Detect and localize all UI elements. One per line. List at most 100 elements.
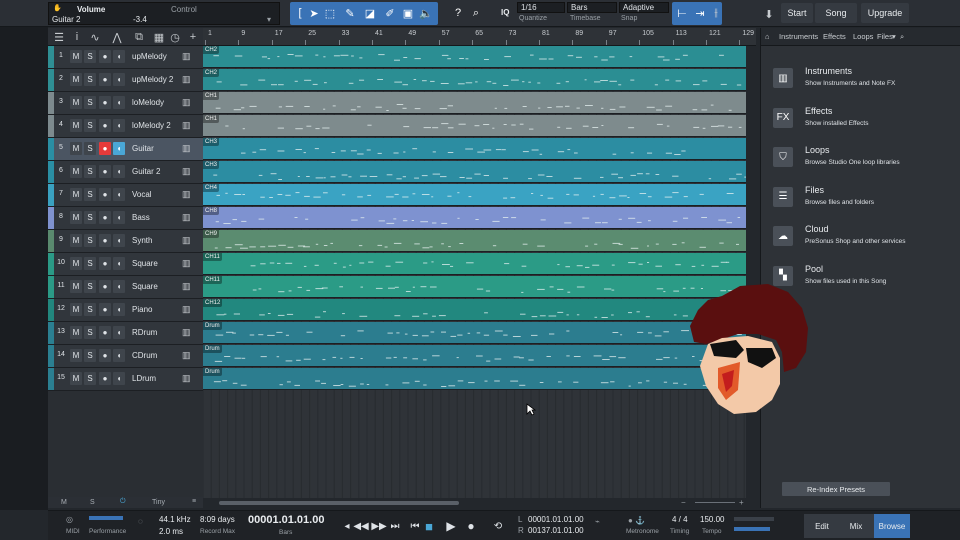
upgrade-button[interactable]: Upgrade: [861, 3, 909, 23]
monitor-icon[interactable]: ◖: [113, 234, 125, 247]
track-header[interactable]: 2 M S ● ◖ upMelody 2 ▥: [48, 69, 203, 92]
solo-button[interactable]: S: [84, 349, 96, 362]
instrument-keyboard-icon[interactable]: ▥: [182, 304, 191, 315]
timeline-ruler[interactable]: 1 9 17 25 33 41 49 57 65 73 81 89 97 105 113 121 129: [203, 28, 756, 46]
instrument-keyboard-icon[interactable]: ▥: [182, 74, 191, 85]
mute-button[interactable]: M: [70, 50, 82, 63]
folder-icon[interactable]: ▦: [152, 30, 166, 44]
record-arm-icon[interactable]: ●: [99, 165, 111, 178]
tempo-value[interactable]: 150.00: [700, 515, 724, 524]
instrument-keyboard-icon[interactable]: ▥: [182, 51, 191, 62]
monitor-icon[interactable]: ◖: [113, 303, 125, 316]
solo-button[interactable]: S: [84, 188, 96, 201]
record-icon[interactable]: ●: [464, 519, 478, 533]
loop-end[interactable]: 00137.01.01.00: [528, 526, 584, 535]
skip-back-icon[interactable]: ⏮: [408, 519, 422, 533]
precount-icon[interactable]: ⌁: [595, 517, 600, 526]
browser-item-cloud[interactable]: ☁ Cloud PreSonus Shop and other services: [771, 222, 956, 258]
record-arm-icon[interactable]: ●: [99, 257, 111, 270]
fast-forward-icon[interactable]: ▶▶: [371, 519, 386, 533]
track-lane[interactable]: CH3: [203, 161, 746, 183]
instrument-keyboard-icon[interactable]: ▥: [182, 97, 191, 108]
solo-button[interactable]: S: [84, 165, 96, 178]
track-name[interactable]: Synth: [132, 236, 152, 245]
monitor-icon[interactable]: ◖: [113, 50, 125, 63]
paint-tool-icon[interactable]: ✐: [382, 5, 398, 21]
cursor-follow-icon[interactable]: ⫲: [708, 5, 724, 21]
track-name[interactable]: LDrum: [132, 374, 156, 383]
monitor-icon[interactable]: ◖: [113, 73, 125, 86]
zoom-search-icon[interactable]: ⌕: [468, 5, 484, 21]
instrument-keyboard-icon[interactable]: ▥: [182, 235, 191, 246]
reindex-presets-button[interactable]: Re-Index Presets: [782, 482, 890, 496]
horizontal-scrollbar[interactable]: − +: [203, 498, 756, 508]
mute-button[interactable]: M: [70, 372, 82, 385]
solo-button[interactable]: S: [84, 280, 96, 293]
track-header[interactable]: 12 M S ● ◖ Piano ▥: [48, 299, 203, 322]
mute-button[interactable]: M: [70, 234, 82, 247]
instrument-keyboard-icon[interactable]: ▥: [182, 258, 191, 269]
clock-icon[interactable]: ◷: [168, 30, 182, 44]
monitor-icon[interactable]: ◖: [113, 211, 125, 224]
help-icon[interactable]: ?: [450, 5, 466, 21]
zoom-slider[interactable]: [695, 502, 735, 503]
solo-button[interactable]: S: [84, 372, 96, 385]
group-icon[interactable]: ⧉: [132, 30, 146, 44]
record-arm-icon[interactable]: ●: [99, 326, 111, 339]
track-height-select[interactable]: Tiny: [152, 499, 165, 506]
record-arm-icon[interactable]: ●: [99, 119, 111, 132]
monitor-icon[interactable]: ◖: [113, 142, 125, 155]
eraser-tool-icon[interactable]: ◪: [362, 5, 378, 21]
browser-item-effects[interactable]: FX Effects Show installed Effects: [771, 104, 956, 140]
iq-button[interactable]: IQ: [501, 8, 509, 17]
track-name[interactable]: upMelody 2: [132, 75, 173, 84]
global-mute[interactable]: M: [61, 499, 67, 506]
track-header[interactable]: 14 M S ● ◖ CDrum ▥: [48, 345, 203, 368]
record-arm-icon[interactable]: ●: [99, 142, 111, 155]
arrange-view[interactable]: CH2 CH2 CH1 CH1 CH3 CH3 CH4 CH8 CH9 CH11…: [203, 46, 756, 498]
solo-button[interactable]: S: [84, 96, 96, 109]
loop-icon[interactable]: ⟲: [488, 519, 508, 533]
scroll-thumb[interactable]: [219, 501, 459, 505]
solo-button[interactable]: S: [84, 211, 96, 224]
quantize-select[interactable]: 1/16: [517, 2, 565, 13]
track-lane[interactable]: CH4: [203, 184, 746, 206]
record-arm-icon[interactable]: ●: [99, 211, 111, 224]
song-button[interactable]: Song: [815, 3, 857, 23]
zoom-in-icon[interactable]: +: [739, 498, 744, 507]
browser-item-instruments[interactable]: ▥ Instruments Show Instruments and Note …: [771, 64, 956, 100]
timebase-select[interactable]: Bars: [567, 2, 617, 13]
monitor-icon[interactable]: ◖: [113, 96, 125, 109]
mute-button[interactable]: M: [70, 165, 82, 178]
zoom-out-icon[interactable]: −: [681, 498, 686, 507]
track-header[interactable]: 5 M S ● ◖ Guitar ▥: [48, 138, 203, 161]
track-lane[interactable]: CH11: [203, 253, 746, 275]
stop-icon[interactable]: ■: [422, 519, 436, 534]
track-lane[interactable]: CH3: [203, 138, 746, 160]
track-header[interactable]: 4 M S ● ◖ loMelody 2 ▥: [48, 115, 203, 138]
rewind-icon[interactable]: ◀◀: [353, 519, 368, 533]
track-name[interactable]: Square: [132, 282, 158, 291]
track-lane[interactable]: Drum: [203, 345, 746, 367]
mute-button[interactable]: M: [70, 188, 82, 201]
track-lane[interactable]: CH2: [203, 69, 746, 91]
track-lane[interactable]: Drum: [203, 322, 746, 344]
mute-button[interactable]: M: [70, 119, 82, 132]
add-track-icon[interactable]: +: [186, 30, 200, 44]
track-name[interactable]: Guitar: [132, 144, 154, 153]
monitor-icon[interactable]: ◖: [113, 165, 125, 178]
track-lane[interactable]: CH12: [203, 299, 746, 321]
play-icon[interactable]: ▶: [444, 519, 458, 533]
track-name[interactable]: Square: [132, 259, 158, 268]
solo-button[interactable]: S: [84, 326, 96, 339]
instrument-keyboard-icon[interactable]: ▥: [182, 120, 191, 131]
power-icon[interactable]: ⏻: [120, 498, 126, 506]
instrument-keyboard-icon[interactable]: ▥: [182, 166, 191, 177]
track-lane[interactable]: CH1: [203, 92, 746, 114]
record-arm-icon[interactable]: ●: [99, 96, 111, 109]
solo-button[interactable]: S: [84, 119, 96, 132]
record-arm-icon[interactable]: ●: [99, 303, 111, 316]
track-name[interactable]: CDrum: [132, 351, 157, 360]
info-icon[interactable]: i: [70, 30, 84, 44]
arrow-tool-icon[interactable]: ➤: [306, 5, 322, 21]
